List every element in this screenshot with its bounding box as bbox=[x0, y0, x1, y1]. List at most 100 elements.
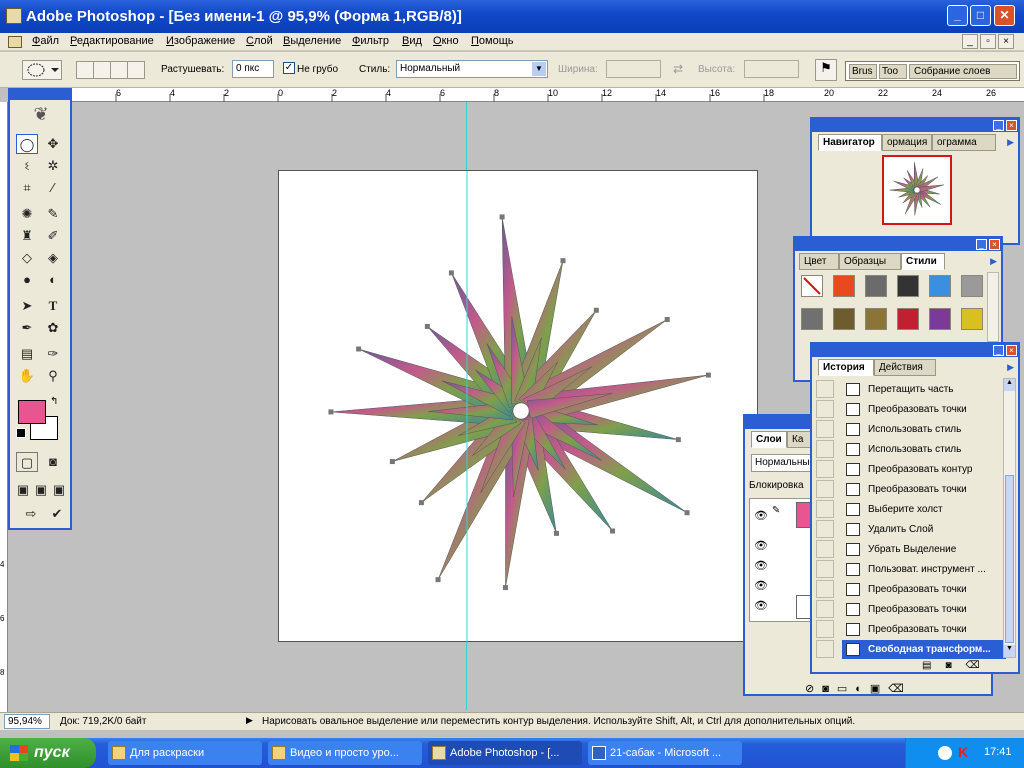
navigator-palette-titlebar[interactable]: _ × bbox=[812, 119, 1018, 132]
path-anchor-handle[interactable] bbox=[705, 372, 711, 378]
minimize-button[interactable]: _ bbox=[947, 5, 968, 26]
title-bar[interactable]: Adobe Photoshop - [Без имени-1 @ 95,9% (… bbox=[0, 0, 1024, 33]
fullscreen-menu-mode-icon[interactable]: ▣ bbox=[32, 480, 50, 500]
history-item[interactable]: Пользоват. инструмент ... bbox=[842, 560, 1006, 579]
history-snapshot-checkbox[interactable] bbox=[816, 600, 834, 618]
doc-restore-button[interactable]: ▫ bbox=[980, 34, 996, 49]
foreground-color-swatch[interactable] bbox=[18, 400, 46, 424]
palette-menu-icon[interactable]: ▶ bbox=[990, 256, 997, 267]
doc-minimize-button[interactable]: _ bbox=[962, 34, 978, 49]
feather-logo-icon[interactable]: ❦ bbox=[16, 104, 66, 126]
menu-view[interactable]: Вид bbox=[402, 35, 422, 47]
tab-swatches[interactable]: Образцы bbox=[839, 253, 901, 270]
notes-tool-icon[interactable]: ▤ bbox=[16, 344, 38, 364]
eraser-tool-icon[interactable]: ◇ bbox=[16, 248, 38, 268]
palette-menu-icon[interactable]: ▶ bbox=[1007, 137, 1014, 148]
tray-app-icon[interactable] bbox=[938, 746, 952, 760]
style-swatch[interactable] bbox=[897, 308, 919, 330]
add-selection-button[interactable] bbox=[93, 61, 111, 79]
history-bottom-buttons[interactable]: ▤◙⌫ bbox=[922, 660, 1002, 672]
zoom-field[interactable]: 95,94% bbox=[4, 714, 50, 729]
history-snapshot-checkbox[interactable] bbox=[816, 540, 834, 558]
intersect-selection-button[interactable] bbox=[127, 61, 145, 79]
taskbar-item-word[interactable]: 21-сабак - Microsoft ... bbox=[588, 741, 742, 765]
new-selection-button[interactable] bbox=[76, 61, 94, 79]
height-input[interactable] bbox=[744, 60, 799, 78]
well-tab-layer-comps[interactable]: Собрание слоев bbox=[909, 64, 1017, 79]
tab-actions[interactable]: Действия bbox=[874, 359, 936, 376]
history-snapshot-checkbox[interactable] bbox=[816, 420, 834, 438]
menu-edit[interactable]: Редактирование bbox=[70, 35, 154, 47]
custom-shape-tool-icon[interactable]: ✿ bbox=[42, 318, 64, 338]
tab-styles[interactable]: Стили bbox=[901, 253, 945, 270]
lasso-tool-icon[interactable]: ଽ bbox=[16, 156, 38, 176]
fullscreen-mode-icon[interactable]: ▣ bbox=[50, 480, 68, 500]
style-swatch[interactable] bbox=[865, 275, 887, 297]
history-snapshot-checkbox[interactable] bbox=[816, 380, 834, 398]
styles-scrollbar[interactable] bbox=[987, 272, 999, 342]
layer-visibility-eye-icon[interactable]: 👁 bbox=[754, 539, 768, 552]
tab-history[interactable]: История bbox=[818, 359, 874, 376]
styles-palette-titlebar[interactable]: _ × bbox=[795, 238, 1001, 251]
history-palette-titlebar[interactable]: _ × bbox=[812, 344, 1018, 357]
history-item[interactable]: Преобразовать точки bbox=[842, 580, 1006, 599]
path-anchor-handle[interactable] bbox=[356, 346, 362, 352]
history-item[interactable]: Удалить Слой bbox=[842, 520, 1006, 539]
history-scrollbar[interactable]: ▲ ▼ bbox=[1003, 378, 1016, 658]
history-snapshot-checkbox[interactable] bbox=[816, 460, 834, 478]
path-anchor-handle[interactable] bbox=[499, 214, 505, 220]
well-tab-tool-presets[interactable]: Too bbox=[879, 64, 907, 79]
standard-mode-icon[interactable]: ▢ bbox=[16, 452, 38, 472]
clone-stamp-tool-icon[interactable]: ♜ bbox=[16, 226, 38, 246]
maximize-button[interactable]: □ bbox=[970, 5, 991, 26]
marquee-preset-picker[interactable] bbox=[22, 60, 62, 80]
palette-close-button[interactable]: × bbox=[1006, 345, 1017, 356]
path-anchor-handle[interactable] bbox=[610, 528, 616, 534]
status-menu-arrow-icon[interactable]: ▶ bbox=[246, 715, 253, 726]
style-swatch[interactable] bbox=[929, 275, 951, 297]
menu-file[interactable]: Файл bbox=[32, 35, 59, 47]
layer-visibility-eye-icon[interactable]: 👁 bbox=[754, 599, 768, 612]
brush-tool-icon[interactable]: ✎ bbox=[42, 204, 64, 224]
magic-wand-tool-icon[interactable]: ✲ bbox=[42, 156, 64, 176]
taskbar-item-folder[interactable]: Для раскраски bbox=[108, 741, 262, 765]
history-item[interactable]: Использовать стиль bbox=[842, 440, 1006, 459]
swap-arrows-icon[interactable]: ⇄ bbox=[673, 62, 683, 76]
palette-close-button[interactable]: × bbox=[989, 239, 1000, 250]
palette-minimize-button[interactable]: _ bbox=[976, 239, 987, 250]
path-anchor-handle[interactable] bbox=[684, 510, 690, 516]
menu-image[interactable]: Изображение bbox=[166, 35, 235, 47]
path-anchor-handle[interactable] bbox=[553, 530, 559, 536]
history-snapshot-checkbox[interactable] bbox=[816, 500, 834, 518]
path-selection-tool-icon[interactable]: ➤ bbox=[16, 296, 38, 316]
layers-bottom-buttons[interactable]: ⊘◙▭◐▣⌫ bbox=[805, 682, 985, 696]
layer-visibility-eye-icon[interactable]: 👁 bbox=[754, 559, 768, 572]
style-swatch[interactable] bbox=[865, 308, 887, 330]
pen-tool-icon[interactable]: ✒ bbox=[16, 318, 38, 338]
tab-info[interactable]: ормация bbox=[882, 134, 932, 151]
style-swatch[interactable] bbox=[833, 275, 855, 297]
hand-tool-icon[interactable]: ✋ bbox=[16, 366, 38, 386]
history-scroll-thumb[interactable] bbox=[1005, 475, 1014, 643]
blend-mode-select[interactable]: Нормальны bbox=[751, 454, 813, 472]
path-anchor-handle[interactable] bbox=[389, 459, 395, 465]
history-snapshot-checkbox[interactable] bbox=[816, 400, 834, 418]
style-swatch[interactable] bbox=[961, 308, 983, 330]
history-item[interactable]: Преобразовать контур bbox=[842, 460, 1006, 479]
history-snapshot-checkbox[interactable] bbox=[816, 560, 834, 578]
path-anchor-handle[interactable] bbox=[502, 585, 508, 591]
taskbar-item-photoshop[interactable]: Adobe Photoshop - [... bbox=[428, 741, 582, 765]
paint-bucket-tool-icon[interactable]: ◈ bbox=[42, 248, 64, 268]
commit-icon[interactable]: ✔ bbox=[46, 504, 68, 524]
history-item[interactable]: Использовать стиль bbox=[842, 420, 1006, 439]
scroll-up-arrow-icon[interactable]: ▲ bbox=[1004, 379, 1015, 391]
menu-window[interactable]: Окно bbox=[433, 35, 459, 47]
crop-tool-icon[interactable]: ⌗ bbox=[16, 178, 38, 198]
document-canvas[interactable] bbox=[278, 170, 758, 643]
menu-help[interactable]: Помощь bbox=[471, 35, 514, 47]
history-snapshot-checkbox[interactable] bbox=[816, 440, 834, 458]
toolbox-grip[interactable] bbox=[10, 90, 70, 100]
type-tool-icon[interactable]: T bbox=[42, 296, 64, 316]
history-snapshot-checkbox[interactable] bbox=[816, 620, 834, 638]
standard-screen-mode-icon[interactable]: ▣ bbox=[14, 480, 32, 500]
